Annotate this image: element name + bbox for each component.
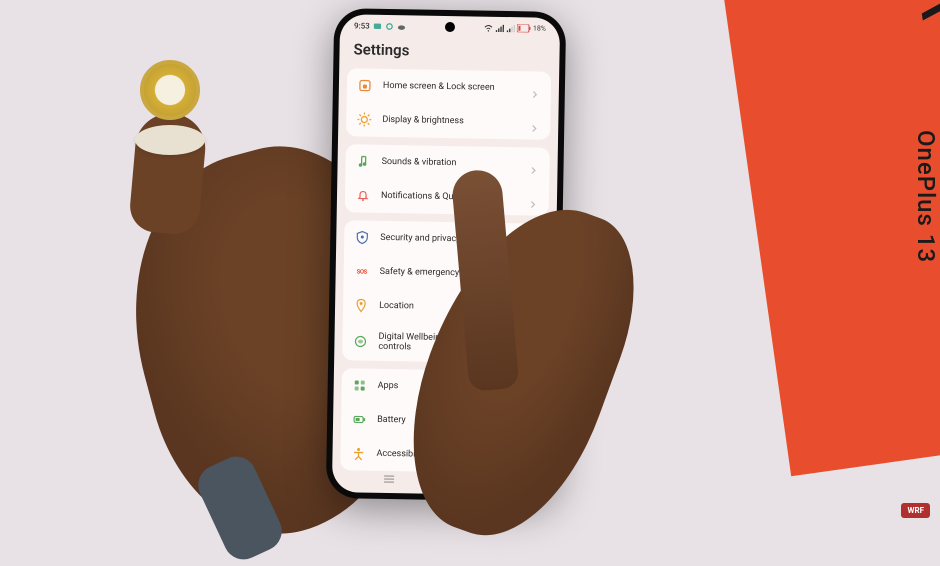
battery-icon	[351, 411, 367, 427]
chevron-right-icon	[530, 117, 540, 127]
chevron-right-icon	[529, 193, 539, 203]
video-watermark: WRF	[901, 503, 930, 518]
shield-icon	[354, 229, 370, 245]
product-box-brand: OnePlus 13	[912, 130, 940, 263]
chevron-right-icon	[531, 83, 541, 93]
signal-icon	[495, 23, 504, 32]
music-note-icon	[355, 153, 371, 169]
bell-icon	[355, 187, 371, 203]
chevron-right-icon	[530, 159, 540, 169]
cloud-icon	[397, 22, 406, 31]
status-time: 9:53	[354, 21, 370, 30]
settings-item-display[interactable]: Display & brightness	[346, 102, 551, 140]
home-lock-icon	[357, 77, 373, 93]
settings-group: Home screen & Lock screen Display & brig…	[346, 68, 551, 140]
page-title: Settings	[353, 40, 545, 61]
sos-icon: SOS	[354, 263, 370, 279]
settings-group: Sounds & vibration Notifications & Quick…	[345, 144, 550, 216]
battery-percentage: 18%	[533, 24, 546, 32]
desk-clock	[130, 60, 210, 160]
settings-item-notifications[interactable]: Notifications & Quick Settings	[345, 178, 550, 216]
accessibility-icon	[350, 445, 366, 461]
smartwatch-band	[192, 450, 289, 566]
wifi-icon	[484, 23, 493, 32]
signal-2-icon	[506, 24, 515, 33]
sun-icon	[356, 111, 372, 127]
product-box	[722, 0, 940, 476]
wellbeing-icon	[352, 333, 368, 349]
apps-grid-icon	[352, 377, 368, 393]
page-header: Settings	[339, 34, 560, 72]
settings-item-sounds[interactable]: Sounds & vibration	[345, 144, 550, 182]
settings-item-home-lock[interactable]: Home screen & Lock screen	[347, 68, 552, 106]
settings-item-label: Display & brightness	[382, 115, 520, 127]
battery-icon	[517, 24, 531, 32]
nav-recent-button[interactable]	[381, 473, 397, 485]
link-icon	[385, 21, 394, 30]
settings-item-label: Sounds & vibration	[382, 157, 520, 169]
voip-icon	[373, 21, 382, 30]
location-pin-icon	[353, 297, 369, 313]
settings-item-label: Home screen & Lock screen	[383, 81, 521, 93]
